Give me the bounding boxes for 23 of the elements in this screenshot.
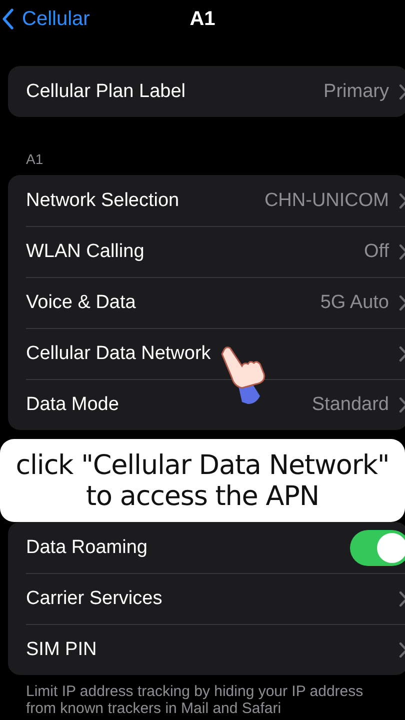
row-value: Off bbox=[364, 241, 389, 263]
back-chevron-icon bbox=[2, 8, 14, 30]
back-button[interactable]: Cellular bbox=[0, 8, 90, 30]
row-label[interactable]: Data Mode bbox=[26, 394, 312, 416]
row-label[interactable]: Cellular Plan Label bbox=[26, 80, 324, 102]
section-header: A1 bbox=[25, 151, 44, 169]
caption-text: to access the APN bbox=[86, 480, 319, 512]
row-value: Primary bbox=[324, 80, 389, 102]
row-label[interactable]: WLAN Calling bbox=[26, 241, 364, 263]
footer-text: Limit IP address tracking by hiding your IP address from known trackers in Mail and Safari bbox=[26, 683, 364, 717]
row-label[interactable]: Cellular Data Network bbox=[26, 343, 399, 365]
row-label[interactable]: Carrier Services bbox=[26, 588, 399, 610]
pointing-hand-icon bbox=[220, 344, 268, 406]
row-label[interactable]: Data Roaming bbox=[26, 536, 350, 558]
toggle-switch[interactable] bbox=[350, 530, 405, 566]
row-value: 5G Auto bbox=[320, 292, 389, 314]
page-title: A1 bbox=[188, 8, 216, 31]
row-value: CHN-UNICOM bbox=[264, 190, 389, 212]
row-label[interactable]: Voice & Data bbox=[26, 292, 320, 314]
caption-text: click "Cellular Data Network" bbox=[16, 450, 390, 480]
row-value: Standard bbox=[312, 394, 389, 416]
row-label[interactable]: Network Selection bbox=[26, 190, 264, 212]
row-label[interactable]: SIM PIN bbox=[26, 639, 399, 661]
